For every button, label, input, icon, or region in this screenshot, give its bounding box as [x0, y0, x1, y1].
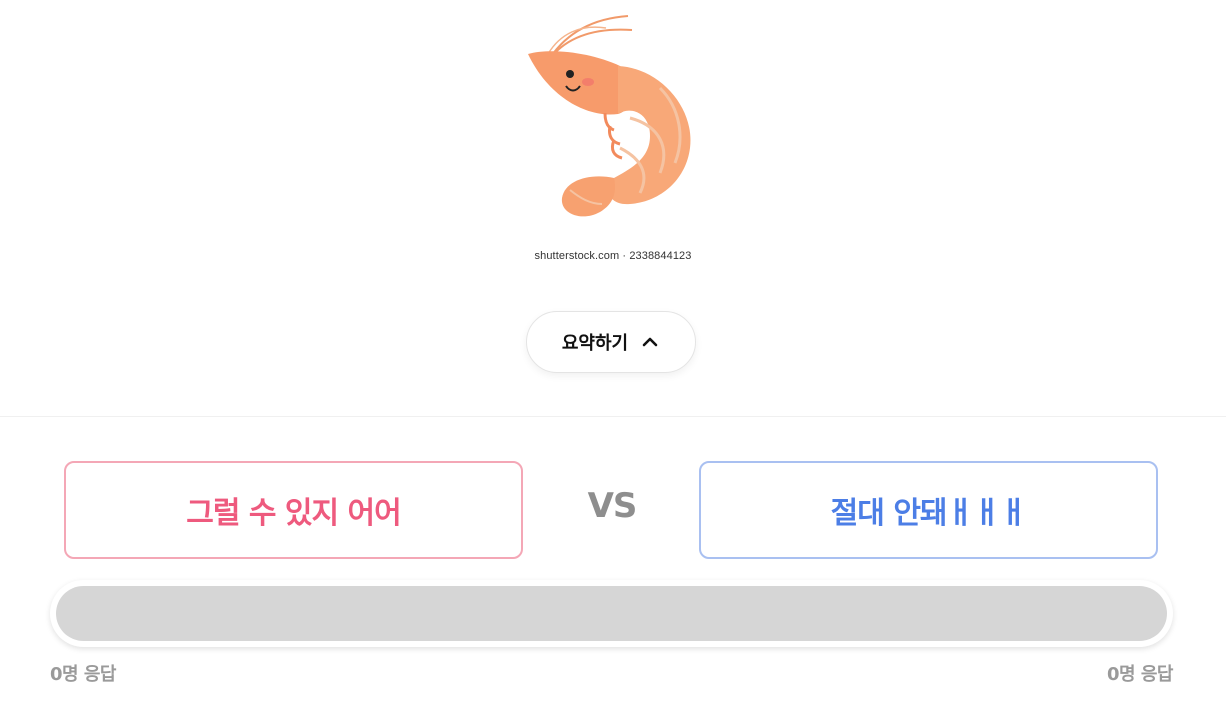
poll-option-a-label: 그럴 수 있지 어어: [186, 496, 402, 531]
section-divider: [0, 416, 1226, 417]
summary-toggle-button[interactable]: 요약하기: [526, 311, 696, 373]
poll-option-a-button[interactable]: 그럴 수 있지 어어: [64, 461, 523, 559]
poll-option-b-label: 절대 안돼ㅐㅐㅐ: [830, 496, 1028, 531]
poll-result-track: [56, 586, 1167, 641]
option-a-response-count: 0명 응답: [50, 664, 116, 685]
shrimp-illustration: [528, 15, 691, 217]
image-watermark: shutterstock.com · 2338844123: [534, 250, 692, 262]
option-b-response-count: 0명 응답: [1107, 664, 1173, 685]
post-image: shutterstock.com · 2338844123: [0, 0, 1226, 290]
poll-page: shutterstock.com · 2338844123 요약하기 그럴 수 …: [0, 0, 1226, 704]
vs-label: VS: [587, 486, 638, 526]
summary-button-label: 요약하기: [561, 333, 629, 354]
chevron-up-icon: [642, 337, 658, 347]
poll-result-bar: [50, 580, 1173, 647]
poll-option-b-button[interactable]: 절대 안돼ㅐㅐㅐ: [699, 461, 1158, 559]
